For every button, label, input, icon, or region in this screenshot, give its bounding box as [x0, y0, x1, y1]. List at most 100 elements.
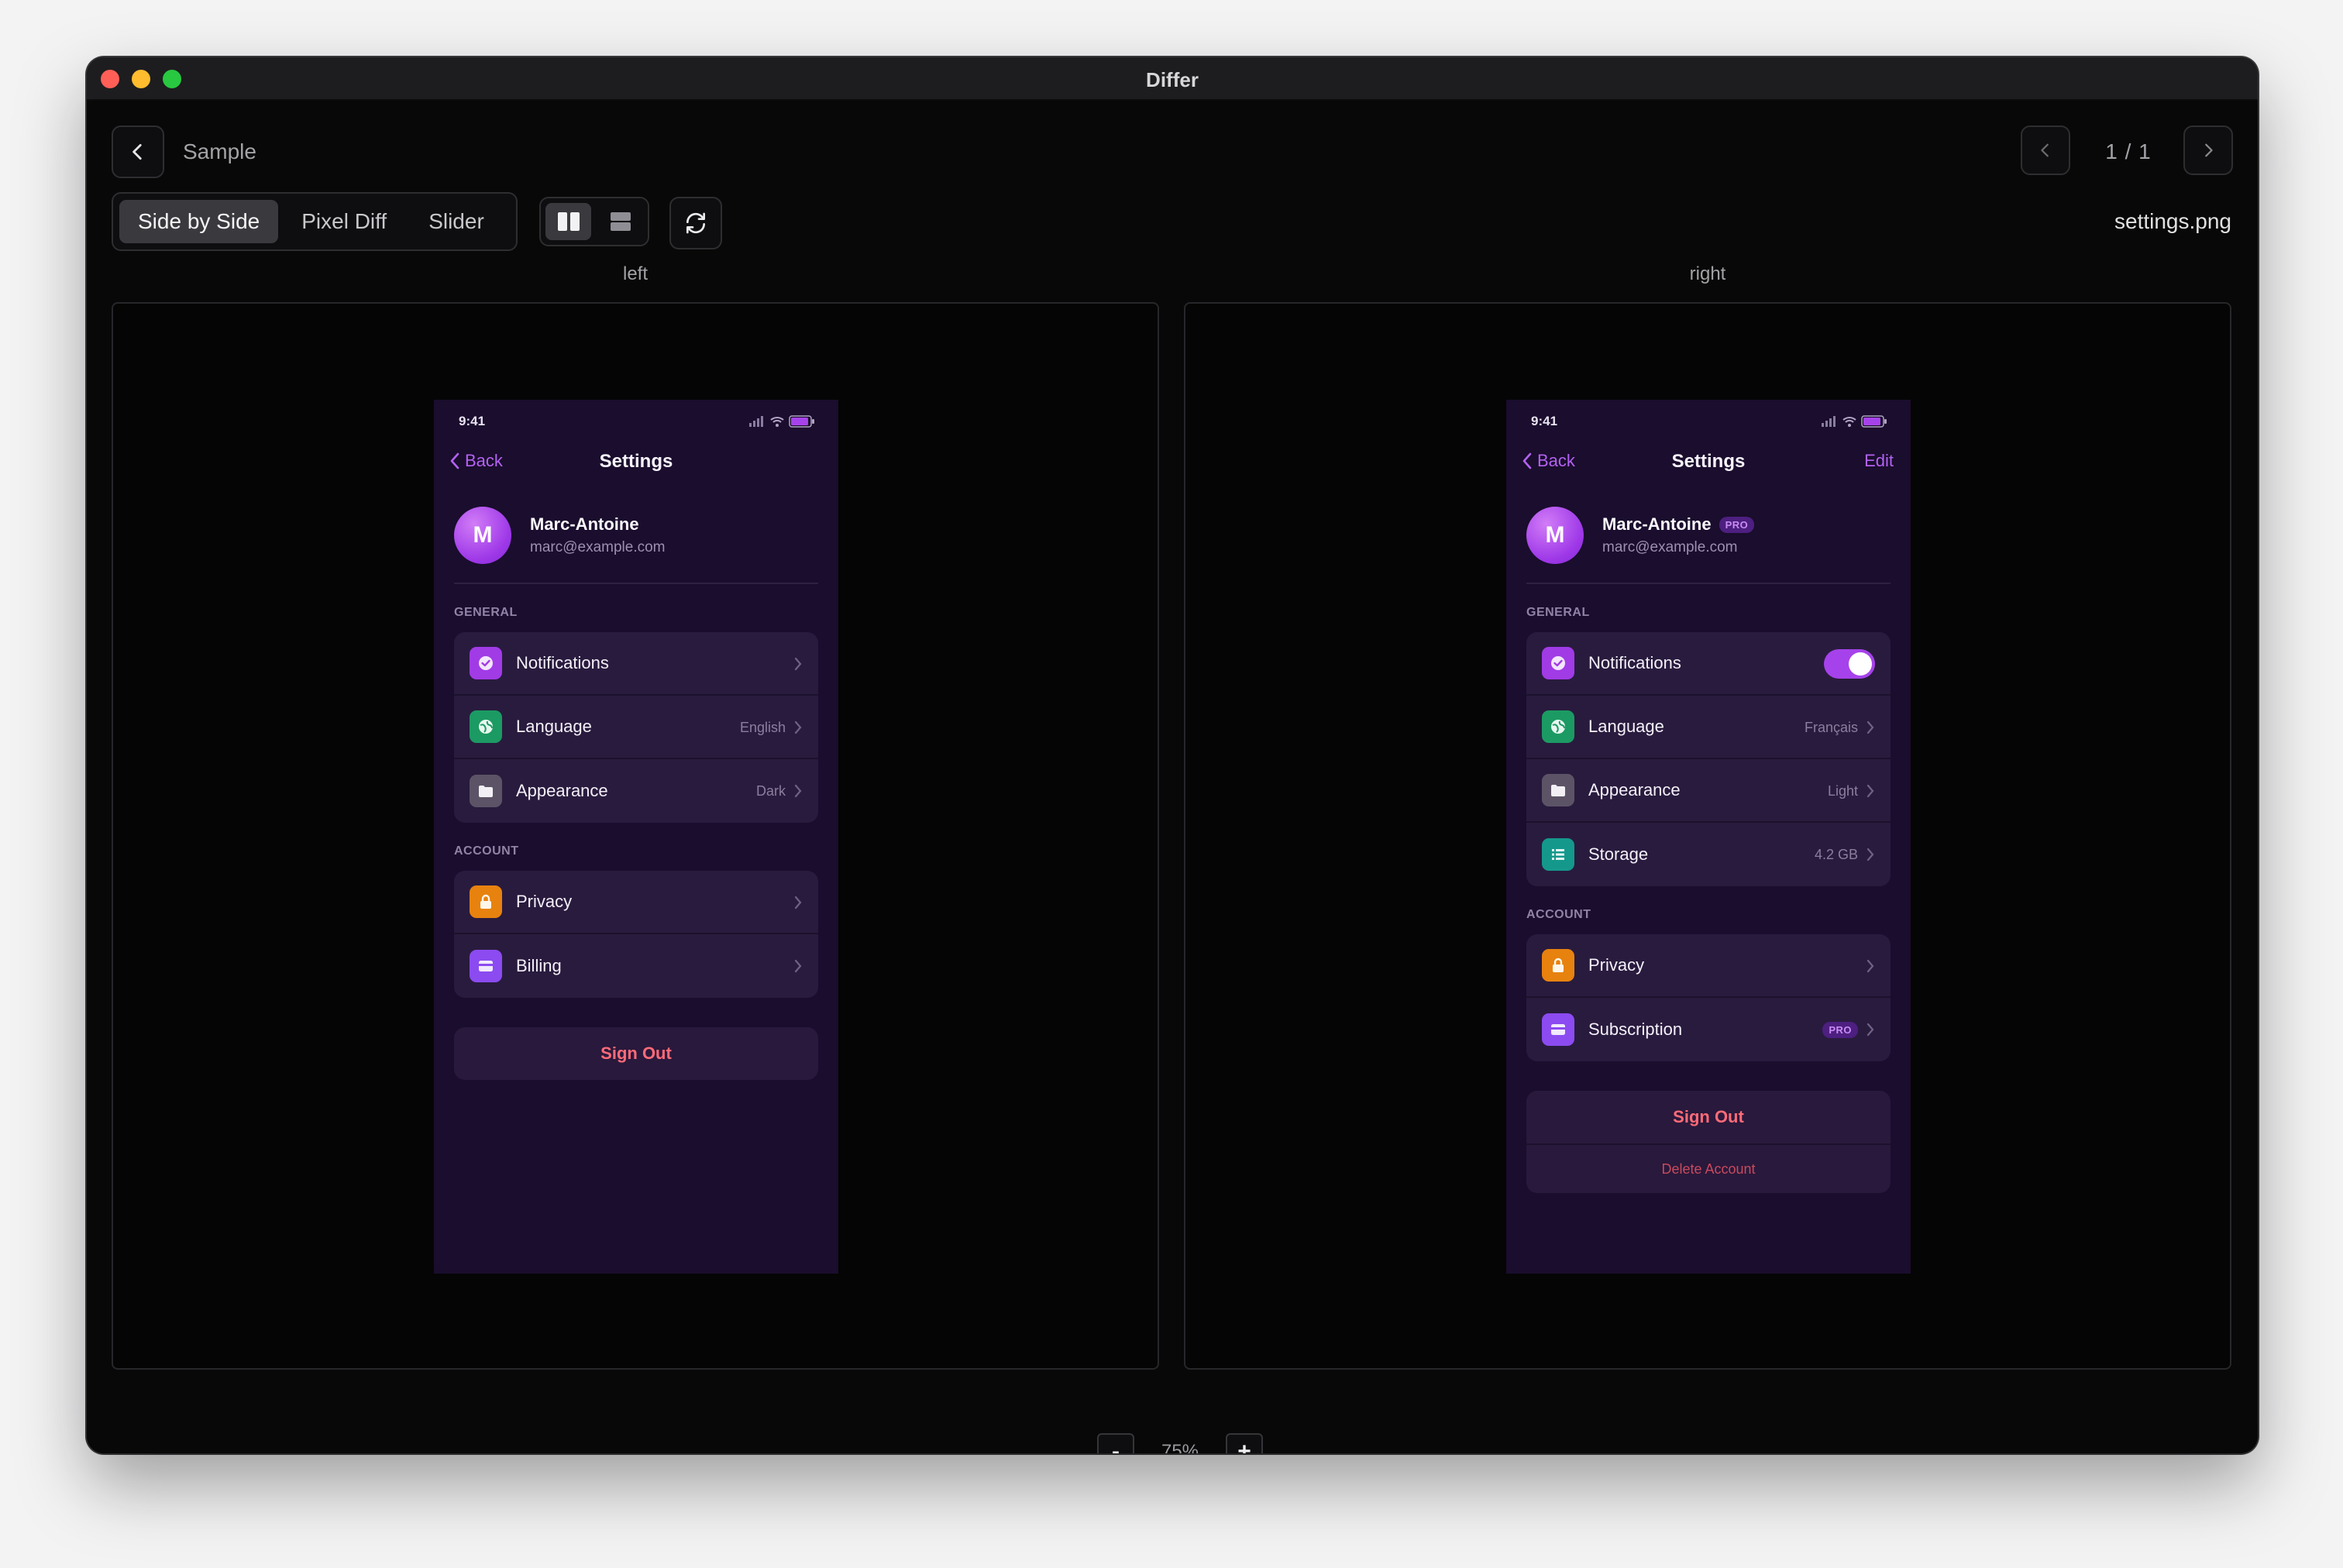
previous-page-button[interactable] [2021, 126, 2070, 175]
row-value: Dark [755, 782, 786, 799]
profile-name: Marc-Antoine [530, 514, 639, 535]
row-accessory: Dark [756, 759, 803, 823]
battery-icon [789, 415, 814, 428]
phone-edit-button[interactable]: Edit [1864, 451, 1894, 471]
avatar[interactable]: M [1526, 507, 1584, 564]
tab-side-by-side[interactable]: Side by Side [119, 200, 279, 243]
battery-icon [1861, 415, 1887, 428]
settings-row-privacy[interactable]: Privacy [1526, 934, 1891, 998]
card-icon [1542, 1013, 1574, 1046]
phone-title: Settings [599, 451, 673, 472]
status-time: 9:41 [1531, 414, 1558, 428]
left-pane-label: left [622, 263, 648, 284]
chevron-left-icon [132, 143, 142, 160]
zoom-in-button[interactable]: + [1226, 1433, 1263, 1453]
settings-row-language[interactable]: Language Français [1526, 696, 1891, 759]
row-label: Notifications [516, 653, 609, 672]
row-label: Billing [516, 956, 562, 975]
refresh-button[interactable] [669, 197, 722, 249]
pro-badge: PRO [1719, 516, 1755, 533]
right-pane: 9:41 Back Settings Edit M Marc-Antoine P… [1184, 302, 2231, 1370]
left-phone-screenshot: 9:41 Back Settings M Marc-Antoine marc@e… [434, 400, 838, 1274]
settings-row-notifications[interactable]: Notifications [454, 632, 818, 696]
status-time: 9:41 [459, 414, 486, 428]
row-label: Appearance [516, 781, 608, 800]
right-pane-label: right [1689, 263, 1726, 284]
sign-out-group: Sign Out [454, 1027, 818, 1080]
chevron-right-icon [1866, 784, 1874, 798]
tab-pixel-diff[interactable]: Pixel Diff [283, 200, 405, 243]
breadcrumb: Sample [183, 139, 256, 163]
signal-icon [1822, 416, 1836, 427]
status-icons [748, 415, 815, 428]
row-value: 4.2 GB [1814, 846, 1858, 862]
chevron-right-icon [794, 720, 802, 734]
settings-row-appearance[interactable]: Appearance Dark [454, 759, 818, 823]
profile-name-text: Marc-Antoine [530, 514, 639, 534]
settings-row-language[interactable]: Language English [454, 696, 818, 759]
settings-row-appearance[interactable]: Appearance Light [1526, 759, 1891, 823]
row-label: Storage [1588, 844, 1649, 864]
settings-row-billing[interactable]: Billing [454, 934, 818, 998]
settings-row-privacy[interactable]: Privacy [454, 871, 818, 934]
settings-row-storage[interactable]: Storage 4.2 GB [1526, 823, 1891, 886]
left-pane: 9:41 Back Settings M Marc-Antoine marc@e… [112, 302, 1159, 1370]
tab-slider[interactable]: Slider [410, 200, 503, 243]
next-page-button[interactable] [2183, 126, 2233, 175]
row-accessory [1824, 632, 1875, 696]
sign-out-button[interactable]: Sign Out [1526, 1091, 1891, 1143]
row-label: Appearance [1588, 780, 1681, 799]
chevron-right-icon [1866, 720, 1874, 734]
rows-layout-button[interactable] [597, 203, 643, 240]
chevron-right-icon [1866, 1023, 1874, 1037]
general-settings-group: Notifications Language Français Appearan… [1526, 632, 1891, 886]
sign-out-button[interactable]: Sign Out [454, 1027, 818, 1080]
app-window: Differ Sample 1 / 1 Side by Side Pixel D… [87, 57, 2258, 1453]
lock-icon [470, 885, 502, 918]
zoom-out-button[interactable]: - [1097, 1433, 1134, 1453]
row-accessory [793, 632, 803, 696]
signal-icon [749, 416, 763, 427]
chevron-right-icon [794, 896, 802, 910]
settings-row-subscription[interactable]: Subscription PRO [1526, 998, 1891, 1061]
row-value: English [739, 719, 786, 735]
lock-icon [1542, 949, 1574, 982]
row-label: Privacy [1588, 955, 1645, 975]
title-bar: Differ [87, 57, 2258, 101]
chevron-right-icon [1866, 959, 1874, 973]
chevron-right-icon [2205, 143, 2213, 157]
phone-title: Settings [1671, 451, 1746, 472]
row-accessory [793, 871, 803, 934]
back-button[interactable] [112, 126, 164, 178]
row-label: Subscription [1588, 1020, 1683, 1039]
row-accessory: Light [1828, 759, 1875, 823]
profile-email: marc@example.com [530, 539, 666, 555]
row-label: Language [1588, 717, 1664, 736]
status-icons [1821, 415, 1887, 428]
section-header-account: ACCOUNT [1526, 908, 1591, 921]
chevron-right-icon [794, 959, 802, 973]
wifi-icon [770, 417, 784, 427]
window-title: Differ [1146, 68, 1199, 91]
avatar[interactable]: M [454, 507, 511, 564]
row-value: Light [1827, 782, 1858, 799]
row-label: Privacy [516, 892, 573, 911]
sign-out-group: Sign Out Delete Account [1526, 1091, 1891, 1193]
notifications-toggle[interactable] [1824, 649, 1875, 679]
row-accessory [1866, 934, 1875, 998]
columns-icon [557, 212, 580, 231]
divider [1526, 583, 1891, 584]
folder-icon [470, 775, 502, 807]
globe-icon [1542, 710, 1574, 743]
row-label: Notifications [1588, 653, 1681, 672]
file-name: settings.png [2114, 209, 2231, 233]
columns-layout-button[interactable] [545, 203, 591, 240]
row-accessory: 4.2 GB [1815, 823, 1875, 886]
delete-account-button[interactable]: Delete Account [1526, 1143, 1891, 1193]
check-icon [470, 647, 502, 679]
row-value: Français [1804, 719, 1858, 735]
divider [454, 583, 818, 584]
row-accessory: Français [1805, 696, 1875, 759]
right-phone-screenshot: 9:41 Back Settings Edit M Marc-Antoine P… [1506, 400, 1911, 1274]
row-accessory: PRO [1822, 998, 1875, 1061]
